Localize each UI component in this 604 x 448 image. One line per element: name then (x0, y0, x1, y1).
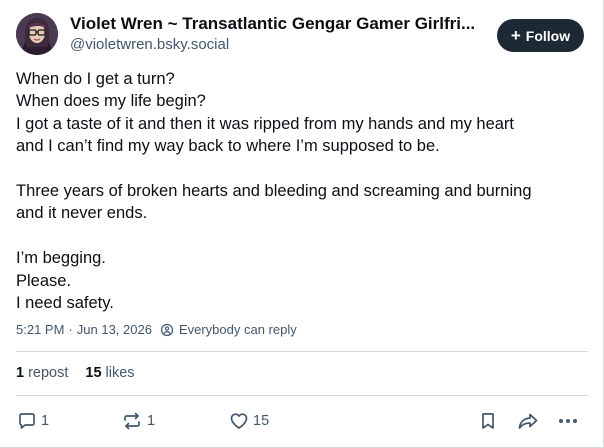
post-line: I got a taste of it and then it was ripp… (16, 114, 515, 133)
reply-icon (19, 413, 35, 429)
follow-button[interactable]: + Follow (497, 19, 584, 52)
reply-settings-label: Everybody can reply (178, 322, 297, 337)
post-line: and I can’t find my way back to where I’… (16, 137, 440, 156)
post-line: Please. (16, 271, 72, 290)
post-line: When do I get a turn? (16, 70, 175, 88)
author-avatar[interactable] (16, 13, 58, 55)
reposts-label: repost (28, 365, 69, 381)
repost-button[interactable]: 1 (121, 406, 155, 436)
reposts-count: 1 (16, 365, 25, 381)
follow-button-label: Follow (525, 27, 571, 44)
divider (16, 351, 588, 352)
plus-icon: + (510, 26, 521, 45)
likes-count: 15 (85, 365, 102, 381)
repost-icon (124, 412, 140, 430)
action-bar: 1 1 15 (0, 406, 604, 436)
bookmark-button[interactable] (478, 406, 498, 436)
avatar-image (16, 13, 58, 55)
meta-separator: · (68, 322, 73, 337)
post-meta: 5:21 PM · Jun 13, 2026 Everybody can rep… (16, 322, 297, 337)
likes-stat[interactable]: 15 likes (85, 365, 134, 381)
reply-settings-icon (160, 323, 174, 337)
repost-count: 1 (147, 413, 156, 429)
post-line: and it never ends. (16, 204, 148, 223)
author-display-name[interactable]: Violet Wren ~ Transatlantic Gengar Gamer… (70, 14, 480, 34)
more-options-button[interactable] (557, 406, 579, 436)
reply-count: 1 (41, 413, 50, 429)
heart-icon (230, 413, 248, 429)
share-icon (518, 413, 538, 429)
post-line: When does my life begin? (16, 92, 206, 111)
bookmark-icon (482, 413, 494, 429)
author-handle[interactable]: @violetwren.bsky.social (70, 36, 229, 53)
more-icon (559, 419, 577, 423)
post-line: I need safety. (16, 294, 114, 313)
divider (16, 395, 588, 396)
post-date[interactable]: Jun 13, 2026 (77, 322, 152, 337)
post-line: Three years of broken hearts and bleedin… (16, 182, 532, 201)
reply-button[interactable]: 1 (17, 406, 49, 436)
post-card: Violet Wren ~ Transatlantic Gengar Gamer… (0, 0, 604, 448)
engagement-stats: 1 repost 15 likes (16, 365, 135, 381)
reposts-stat[interactable]: 1 repost (16, 365, 68, 381)
like-count: 15 (253, 413, 270, 429)
post-line: I’m begging. (16, 249, 106, 268)
share-button[interactable] (517, 406, 539, 436)
post-time[interactable]: 5:21 PM (16, 322, 64, 337)
like-button[interactable]: 15 (229, 406, 269, 436)
post-text: When do I get a turn? When does my life … (16, 68, 590, 314)
likes-label: likes (105, 365, 135, 381)
